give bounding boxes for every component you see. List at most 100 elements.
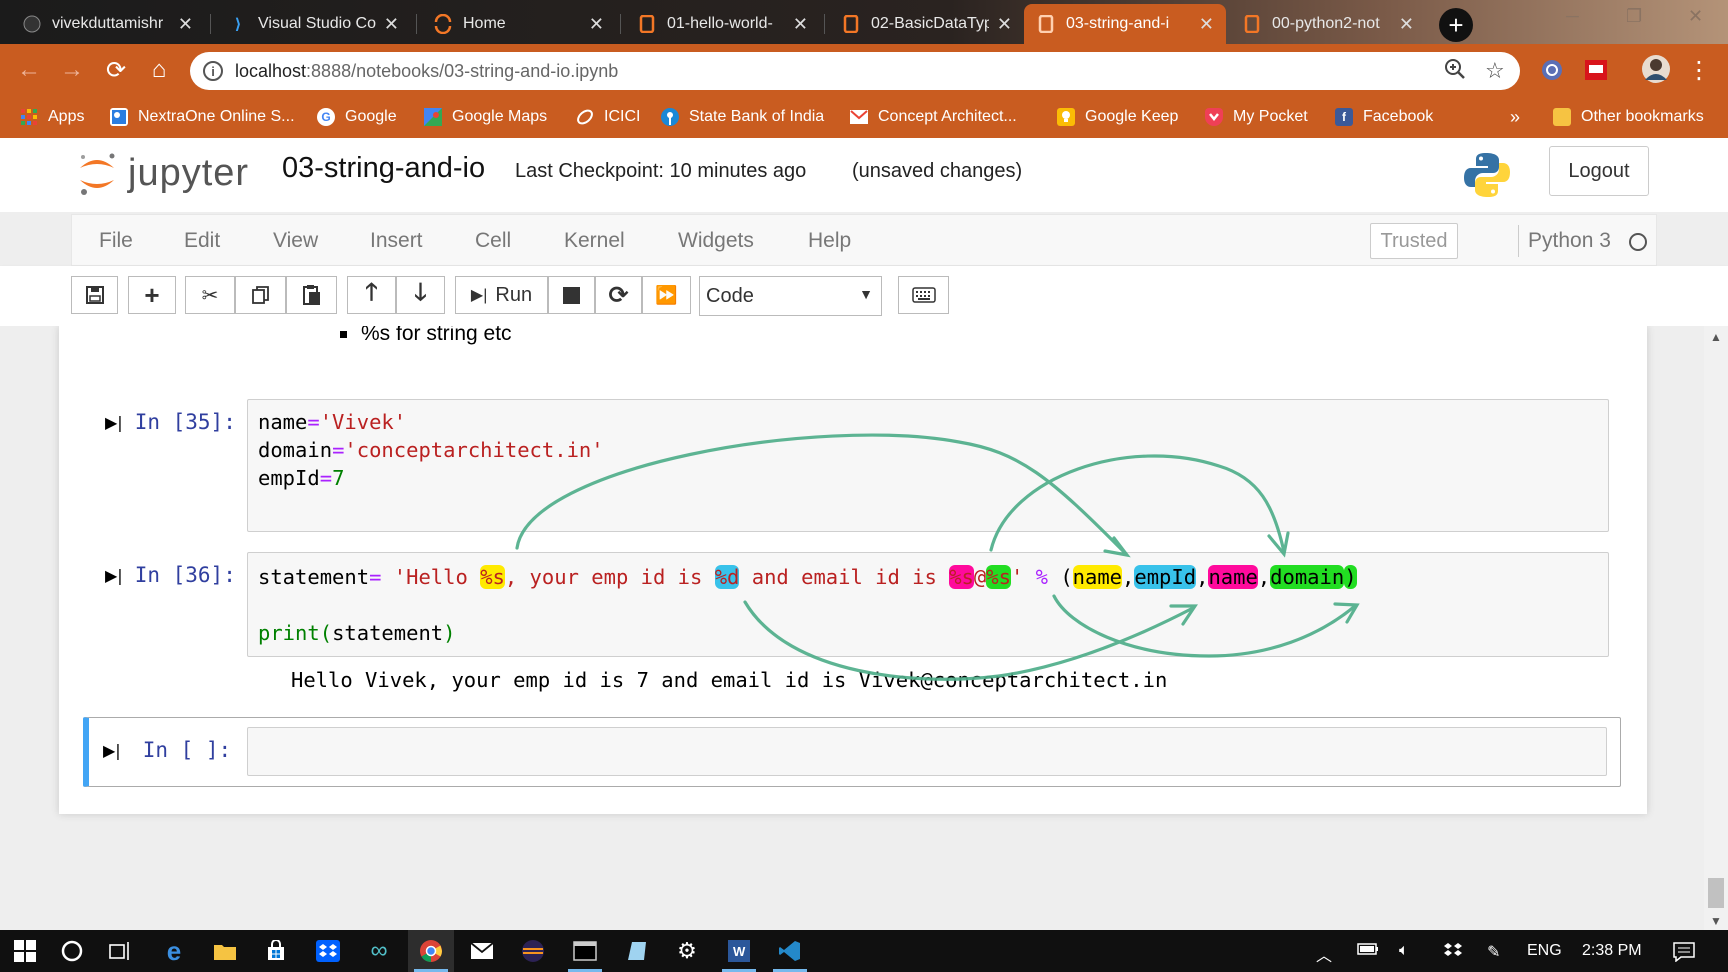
scrollbar-thumb[interactable] [1708,878,1724,908]
close-icon[interactable]: ✕ [997,14,1012,35]
tab-notebook-01[interactable]: 01-hello-world- ✕ [625,4,820,44]
back-icon[interactable]: ← [14,56,44,84]
volume-muted-icon[interactable]: 🔈︎ [1399,942,1409,960]
input-prompt[interactable]: ▶| In [ ]: [103,738,231,762]
menu-edit[interactable]: Edit [184,229,220,253]
input-prompt[interactable]: ▶| In [36]: [105,563,236,587]
code-cell-35[interactable]: name='Vivek' domain='conceptarchitect.in… [247,399,1609,532]
tab-notebook-02[interactable]: 02-BasicDataTyp ✕ [829,4,1024,44]
profile-avatar[interactable] [1641,54,1671,89]
reload-icon[interactable]: ⟳ [101,56,131,85]
tab-notebook-03[interactable]: 03-string-and-i ✕ [1024,4,1226,44]
vscode-icon[interactable] [767,930,813,972]
menu-file[interactable]: File [99,229,133,253]
bookmark-concept-architect[interactable]: Concept Architect... [850,96,1017,138]
settings-icon[interactable]: ⚙ [664,930,710,972]
close-icon[interactable]: ✕ [384,14,399,35]
infinity-app-icon[interactable]: ∞ [356,930,402,972]
cell-type-select[interactable]: Code ▼ [699,276,882,316]
scroll-down-icon[interactable]: ▼ [1710,914,1722,928]
run-button[interactable]: ▶| Run [455,276,548,314]
interrupt-kernel-button[interactable] [548,276,595,314]
info-icon[interactable]: i [203,61,223,81]
restart-run-all-button[interactable]: ⏩ [642,276,691,314]
file-explorer-icon[interactable] [202,930,248,972]
kernel-name[interactable]: Python 3 [1528,229,1611,253]
paste-button[interactable] [286,276,337,314]
clock[interactable]: 2:38 PM [1582,942,1642,960]
move-down-button[interactable]: 🡓 [396,276,445,314]
close-icon[interactable]: ✕ [793,14,808,35]
menu-insert[interactable]: Insert [370,229,423,253]
chrome-icon[interactable] [408,930,454,972]
task-view-icon[interactable] [97,930,143,972]
notebook-container[interactable]: %s for string etc ▶| In [35]: name='Vive… [0,326,1728,930]
bookmark-my-pocket[interactable]: My Pocket [1205,96,1308,138]
run-cell-icon[interactable]: ▶| [105,413,123,432]
dropbox-icon[interactable] [305,930,351,972]
menu-kernel[interactable]: Kernel [564,229,625,253]
bookmark-icici[interactable]: ICICI [576,96,640,138]
menu-view[interactable]: View [273,229,318,253]
forward-icon[interactable]: → [57,56,87,84]
save-button[interactable] [71,276,118,314]
maximize-icon[interactable]: ❐ [1626,6,1642,27]
notebook-name[interactable]: 03-string-and-io [282,152,485,185]
cortana-icon[interactable] [49,930,95,972]
trusted-indicator[interactable]: Trusted [1370,223,1458,259]
terminal-icon[interactable] [562,930,608,972]
menu-widgets[interactable]: Widgets [678,229,754,253]
run-cell-icon[interactable]: ▶| [103,741,121,760]
close-icon[interactable]: ✕ [178,14,193,35]
bookmark-sbi[interactable]: State Bank of India [661,96,824,138]
scroll-up-icon[interactable]: ▲ [1710,330,1722,344]
battery-icon[interactable] [1357,942,1379,961]
word-icon[interactable]: W [716,930,762,972]
chevron-up-icon[interactable]: ︿ [1316,942,1332,966]
menu-help[interactable]: Help [808,229,851,253]
bookmark-apps[interactable]: Apps [20,96,84,138]
mail-icon[interactable] [459,930,505,972]
other-bookmarks[interactable]: Other bookmarks [1553,96,1704,138]
bookmark-google-maps[interactable]: Google Maps [424,96,547,138]
bookmarks-overflow-button[interactable]: » [1510,96,1520,138]
pen-icon[interactable]: ✎ [1487,942,1500,962]
tab-notebook-00[interactable]: 00-python2-not ✕ [1230,4,1426,44]
address-bar[interactable]: i localhost:8888/notebooks/03-string-and… [190,52,1520,90]
move-up-button[interactable]: 🡑 [347,276,396,314]
bookmark-google-keep[interactable]: Google Keep [1057,96,1178,138]
close-icon[interactable]: ✕ [1199,14,1214,35]
code-cell-36[interactable]: statement= 'Hello %s, your emp id is %d … [247,552,1609,657]
copy-button[interactable] [235,276,286,314]
bookmark-google[interactable]: G Google [317,96,397,138]
notepad-icon[interactable] [613,930,659,972]
chrome-menu-icon[interactable]: ⋮ [1684,56,1714,85]
language-indicator[interactable]: ENG [1527,942,1562,960]
dropbox-tray-icon[interactable] [1443,942,1463,963]
new-tab-button[interactable]: + [1439,8,1473,42]
bookmark-facebook[interactable]: f Facebook [1335,96,1433,138]
close-icon[interactable]: ✕ [589,14,604,35]
logout-button[interactable]: Logout [1549,146,1649,196]
bookmark-nextraone[interactable]: NextraOne Online S... [110,96,295,138]
bookmark-star-icon[interactable]: ☆ [1485,58,1505,84]
insert-cell-button[interactable]: + [128,276,176,314]
tab-home[interactable]: Home ✕ [421,4,616,44]
start-icon[interactable] [2,930,48,972]
store-icon[interactable] [253,930,299,972]
tab-github[interactable]: vivekduttamishr ✕ [10,4,205,44]
notifications-icon[interactable] [1673,942,1695,967]
cut-button[interactable]: ✂ [185,276,235,314]
edge-icon[interactable]: e [151,930,197,972]
menu-cell[interactable]: Cell [475,229,511,253]
selected-cell[interactable]: ▶| In [ ]: [83,717,1621,787]
eclipse-icon[interactable] [510,930,556,972]
extension-icon[interactable] [1584,58,1608,87]
input-prompt[interactable]: ▶| In [35]: [105,410,236,434]
restart-kernel-button[interactable]: ⟳ [595,276,642,314]
window-close-icon[interactable]: ✕ [1688,6,1703,27]
command-palette-button[interactable] [898,276,949,314]
page-scrollbar[interactable]: ▲ ▼ [1704,326,1728,930]
code-cell-empty[interactable] [247,727,1607,776]
extension-icon[interactable] [1540,58,1564,87]
